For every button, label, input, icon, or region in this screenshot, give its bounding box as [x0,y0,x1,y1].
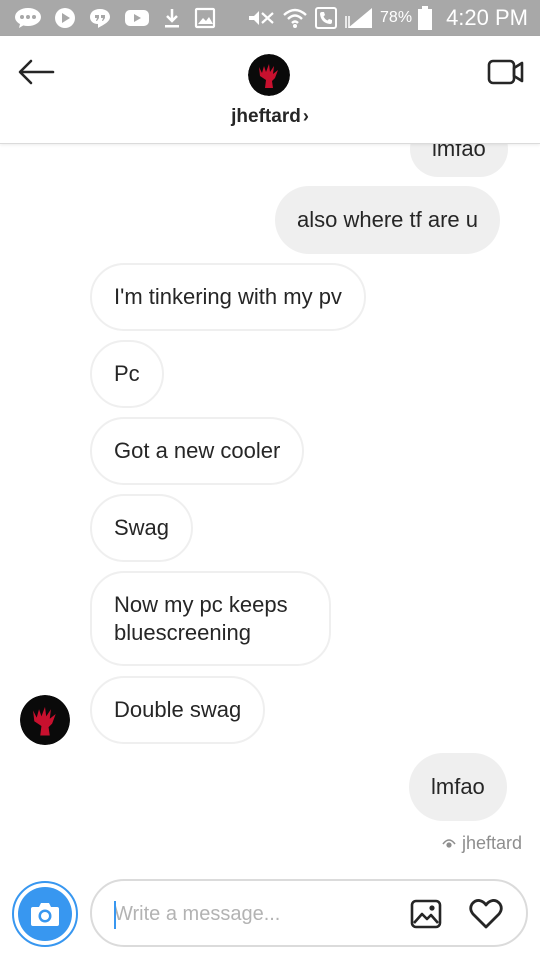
youtube-icon [124,8,150,28]
battery-percent: 78% [380,9,413,26]
message-input[interactable] [114,895,394,933]
message-text: also where tf are u [297,207,478,232]
signal-icon [344,6,374,30]
download-icon [162,7,182,29]
battery-icon [418,6,433,30]
red-hand-avatar-icon [248,54,290,96]
message-text: I'm tinkering with my pv [114,284,342,309]
sender-avatar[interactable] [20,695,70,745]
eye-icon [442,839,456,848]
text-caret [114,901,116,929]
seen-indicator: jheftard [442,832,522,854]
youtube-icon [54,7,76,29]
hangouts-icon [88,7,112,29]
camera-icon [31,903,59,926]
contact-name-link[interactable]: jheftard › [0,106,540,128]
video-call-button[interactable] [486,54,526,90]
message-bubble-incoming[interactable]: Got a new cooler [90,417,305,485]
wifi-icon [282,7,308,29]
seen-by-label: jheftard [461,832,522,853]
arrow-left-icon [18,59,55,85]
messenger-icon [14,7,42,29]
camera-button[interactable] [12,881,78,947]
clock: 4:20 PM [446,5,528,30]
message-bubble-incoming[interactable]: I'm tinkering with my pv [90,263,366,331]
status-bar: 78% 4:20 PM [0,0,540,36]
message-bubble-incoming[interactable]: Now my pc keeps bluescreening [90,571,331,666]
back-button[interactable] [16,54,56,90]
conversation-header: jheftard › [0,36,540,144]
image-icon [410,899,442,929]
chevron-right-icon: › [302,106,309,126]
system-icons: 78% 4:20 PM [246,4,528,32]
message-bubble-incoming[interactable]: Double swag [90,676,266,744]
call-icon [314,6,338,30]
notification-icons [14,6,216,30]
camera-button-fill [18,887,72,941]
message-text: Pc [114,361,140,386]
message-thread[interactable]: lmfao also where tf are u I'm tinkering … [0,144,540,860]
message-bubble-outgoing[interactable]: lmfao [409,753,507,821]
mute-icon [246,7,276,29]
message-composer [90,879,528,947]
contact-username: jheftard [231,106,301,127]
message-bubble-incoming[interactable]: Pc [90,340,164,408]
message-text: lmfao [431,774,485,799]
gallery-icon [194,7,216,29]
heart-icon [469,899,503,929]
video-call-icon [487,59,524,85]
message-text: Got a new cooler [114,438,281,463]
message-bubble-outgoing[interactable]: lmfao [410,144,508,177]
like-button[interactable] [466,895,506,933]
red-hand-avatar-icon [20,695,70,745]
message-bubble-outgoing[interactable]: also where tf are u [275,186,500,254]
message-text: Double swag [114,697,242,722]
message-text: lmfao [432,144,486,161]
gallery-button[interactable] [408,897,444,931]
message-text: Now my pc keeps bluescreening [114,591,288,645]
message-text: Swag [114,515,170,540]
contact-avatar[interactable] [248,54,290,96]
message-bubble-incoming[interactable]: Swag [90,494,194,562]
